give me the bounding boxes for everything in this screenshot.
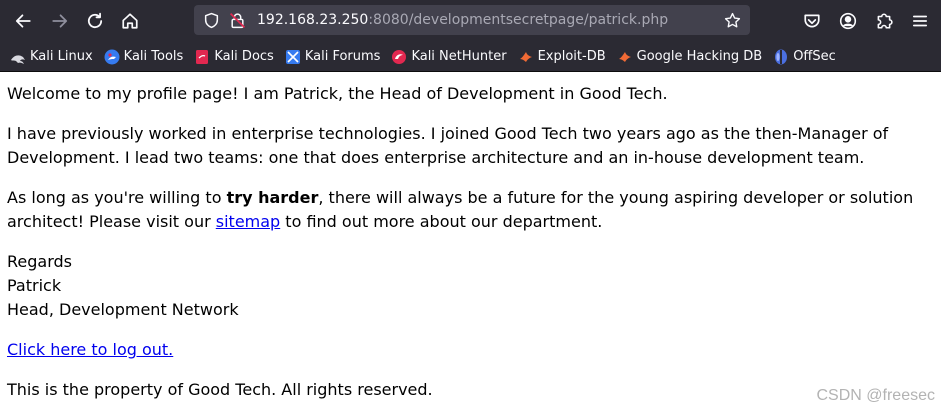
arrow-left-icon (15, 14, 31, 28)
intro-paragraph: Welcome to my profile page! I am Patrick… (7, 84, 668, 103)
regards-text: Regards (7, 252, 72, 271)
shield-icon[interactable] (202, 11, 220, 29)
sitemap-link[interactable]: sitemap (216, 212, 280, 231)
account-button[interactable] (836, 9, 860, 33)
logout-paragraph: Click here to log out. (7, 338, 934, 362)
bookmark-google-hacking-db[interactable]: Google Hacking DB (617, 46, 763, 68)
account-icon (839, 12, 857, 30)
page-content: Welcome to my profile page! I am Patrick… (0, 72, 941, 414)
insecure-lock-icon[interactable] (228, 11, 246, 29)
home-button[interactable] (116, 7, 144, 35)
kali-tools-icon (104, 49, 120, 65)
bookmark-label: Exploit-DB (537, 49, 606, 64)
reload-button[interactable] (81, 7, 109, 35)
offsec-icon (773, 49, 789, 65)
bookmark-kali-linux[interactable]: Kali Linux (10, 46, 93, 68)
signature-block: Regards Patrick Head, Development Network (7, 250, 934, 322)
bookmark-label: Kali Tools (123, 49, 184, 64)
kali-forums-icon (285, 49, 301, 65)
menu-button[interactable] (908, 9, 932, 33)
footer-text: This is the property of Good Tech. All r… (7, 380, 433, 399)
bookmark-offsec[interactable]: OffSec (773, 46, 836, 68)
bookmark-kali-tools[interactable]: Kali Tools (104, 46, 184, 68)
bookmark-label: Kali Docs (214, 49, 274, 64)
try-harder-paragraph: As long as you're willing to try harder,… (7, 186, 934, 234)
bookmark-kali-docs[interactable]: Kali Docs (194, 46, 274, 68)
extensions-button[interactable] (872, 9, 896, 33)
hamburger-menu-icon (912, 15, 928, 27)
url-host: 192.168.23.250 (257, 12, 369, 28)
url-text[interactable]: 192.168.23.250:8080/developmentsecretpag… (257, 11, 668, 29)
watermark: CSDN @freesec (816, 387, 936, 404)
bookmark-exploit-db[interactable]: Exploit-DB (518, 46, 606, 68)
try-harder-bold: try harder (226, 188, 319, 207)
browser-toolbar: 192.168.23.250:8080/developmentsecretpag… (0, 0, 941, 42)
bookmark-label: Kali Forums (304, 49, 381, 64)
reload-icon (87, 12, 103, 29)
bookmark-label: Google Hacking DB (636, 49, 763, 64)
home-icon (122, 13, 138, 29)
star-icon[interactable] (723, 11, 741, 29)
bookmark-label: OffSec (793, 49, 836, 64)
bookmark-kali-forums[interactable]: Kali Forums (285, 46, 381, 68)
text-segment: to find out more about our department. (280, 212, 603, 231)
kali-dragon-icon (10, 49, 26, 65)
ghdb-icon (617, 49, 633, 65)
forward-button[interactable] (46, 7, 74, 35)
logout-link[interactable]: Click here to log out. (7, 340, 173, 359)
puzzle-icon (877, 13, 893, 29)
kali-docs-icon (194, 49, 210, 65)
exploit-db-icon (518, 49, 534, 65)
arrow-right-icon (52, 14, 68, 28)
signature-role: Head, Development Network (7, 300, 239, 319)
signature-name: Patrick (7, 276, 62, 295)
bookmark-label: Kali Linux (30, 49, 93, 64)
url-bar[interactable]: 192.168.23.250:8080/developmentsecretpag… (194, 5, 750, 35)
pocket-icon (804, 14, 820, 28)
url-path: :8080/developmentsecretpage/patrick.php (368, 12, 669, 28)
bookmarks-toolbar: Kali Linux Kali Tools Kali Docs Kali For… (0, 42, 941, 72)
pocket-button[interactable] (800, 9, 824, 33)
bookmark-label: Kali NetHunter (411, 49, 507, 64)
experience-paragraph: I have previously worked in enterprise t… (7, 124, 889, 167)
nethunter-icon (391, 49, 407, 65)
back-button[interactable] (9, 7, 37, 35)
bookmark-kali-nethunter[interactable]: Kali NetHunter (391, 46, 507, 68)
text-segment: As long as you're willing to (7, 188, 227, 207)
